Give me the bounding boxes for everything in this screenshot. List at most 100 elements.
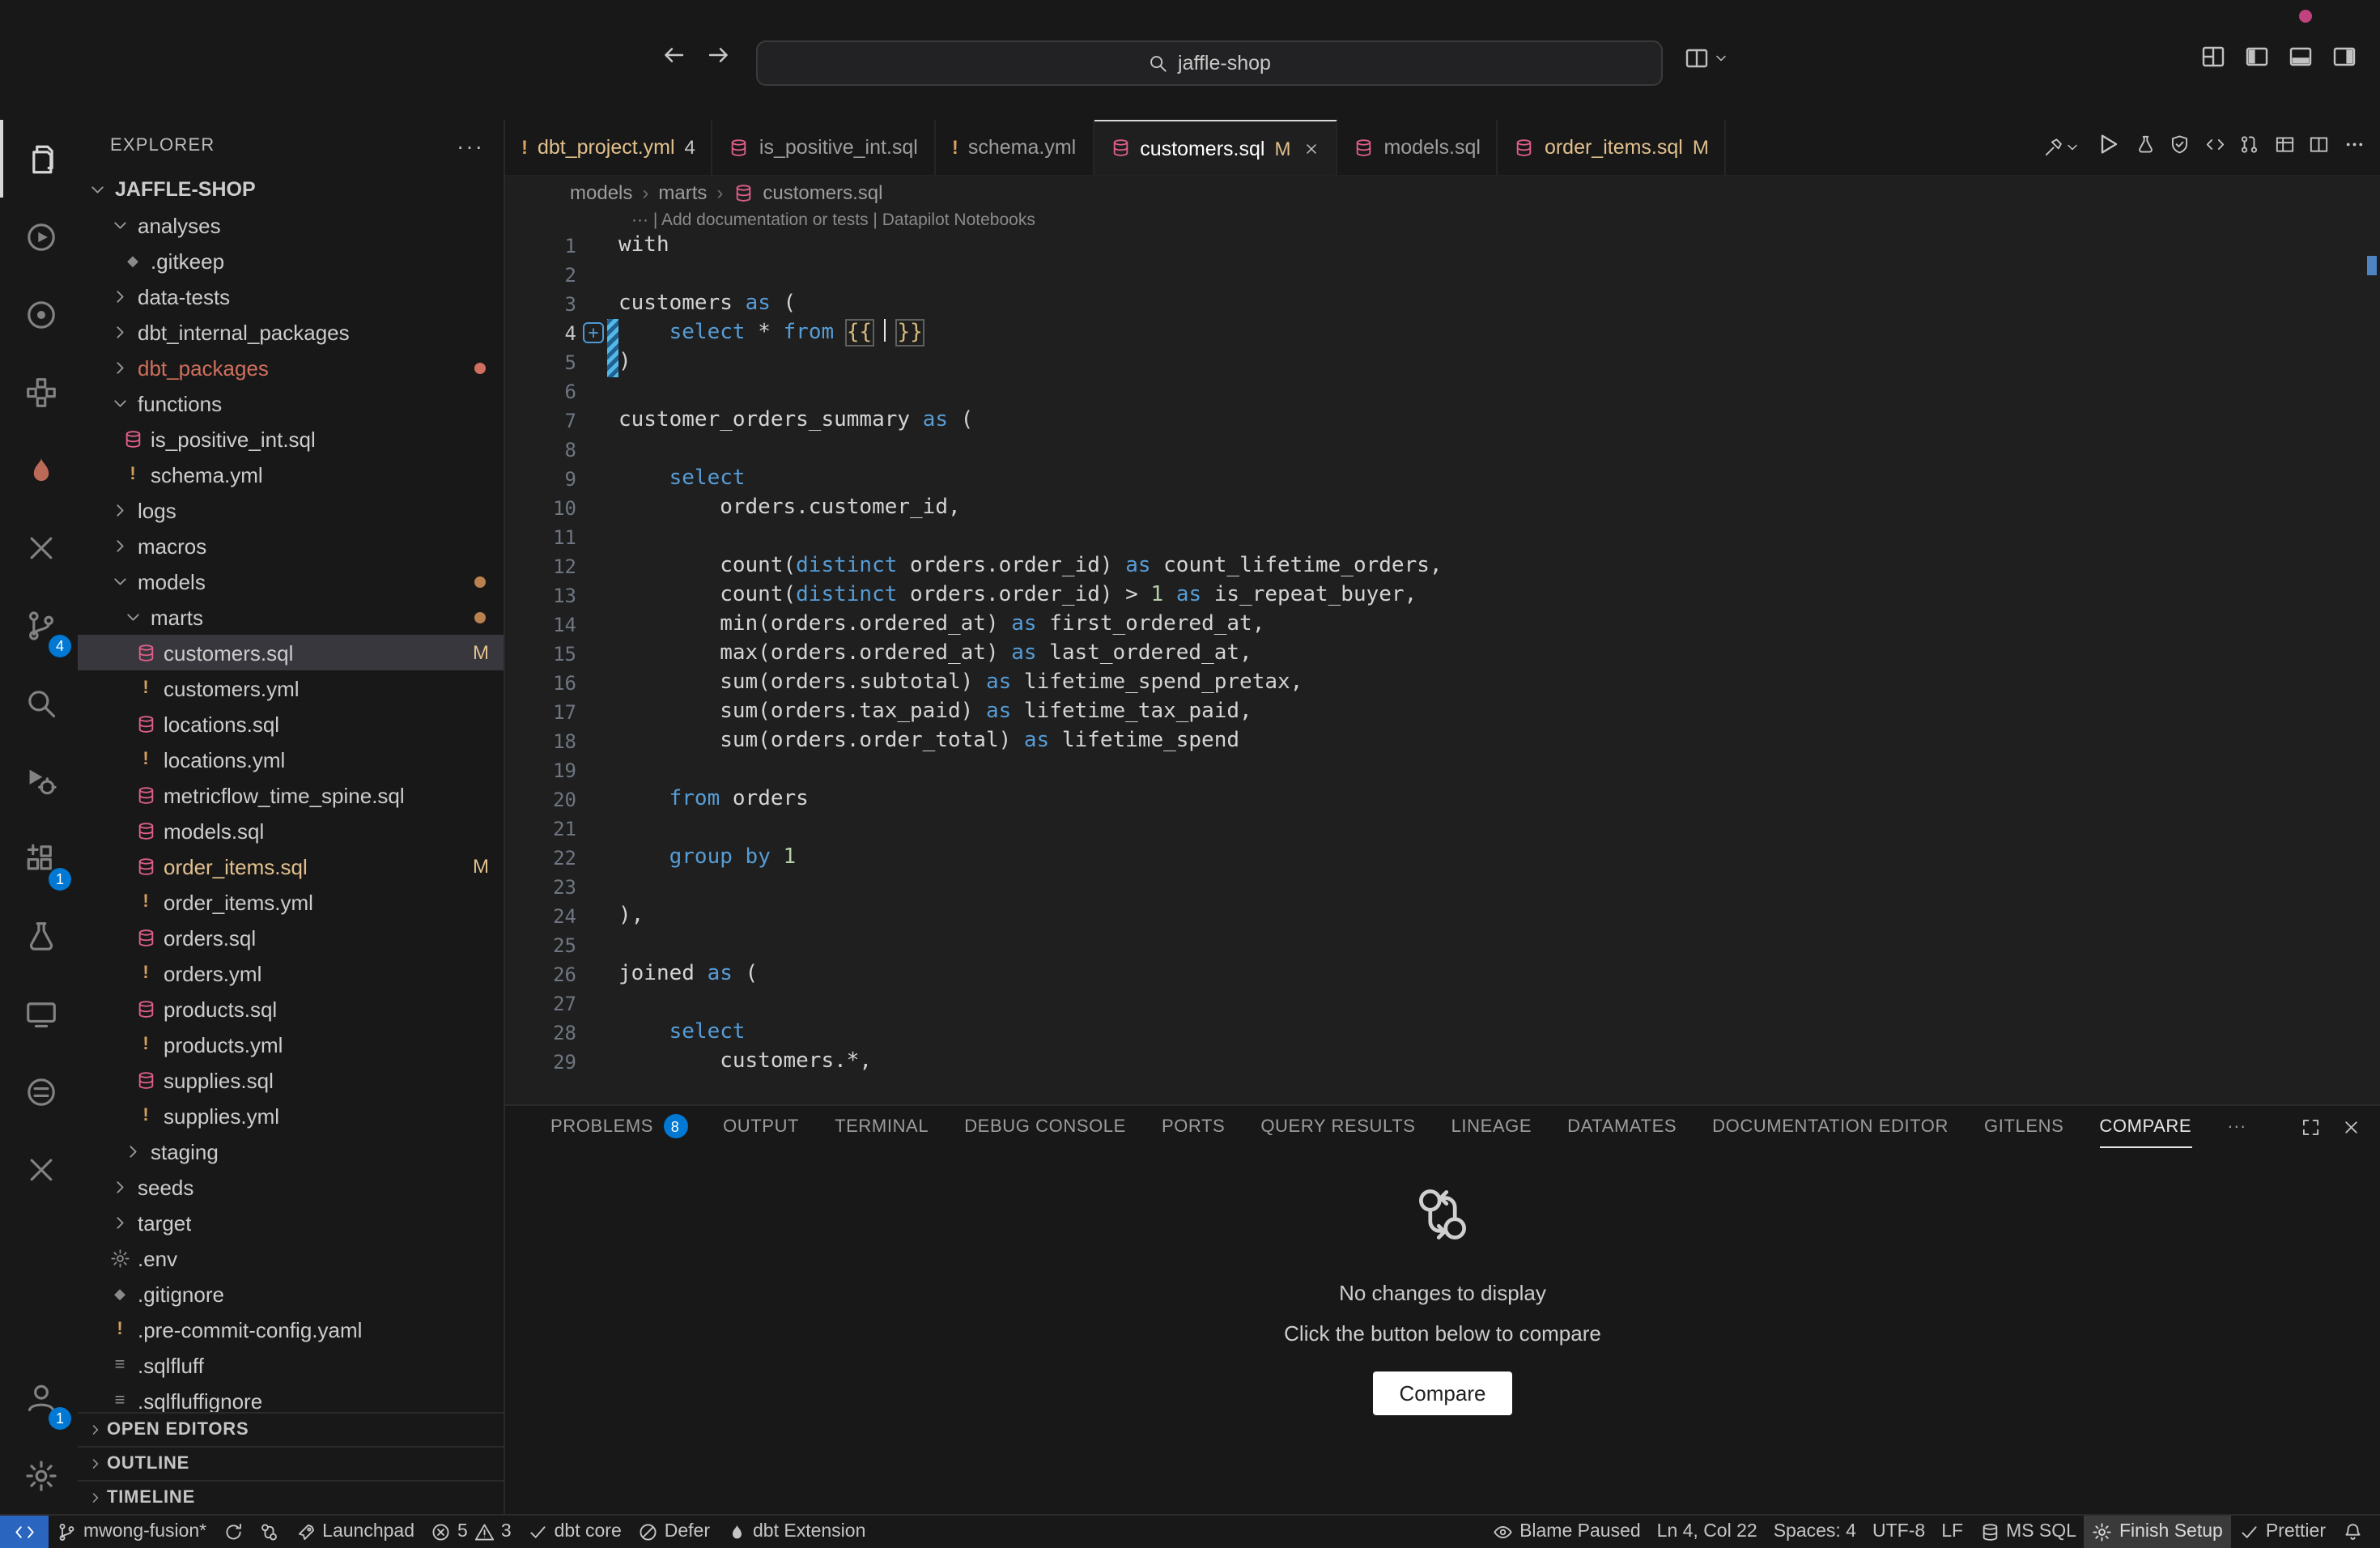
status-prettier[interactable]: Prettier	[2231, 1516, 2334, 1548]
status-cursor-position[interactable]: Ln 4, Col 22	[1649, 1516, 1766, 1548]
activity-accounts[interactable]: 1	[0, 1359, 78, 1436]
tree-item-seeds[interactable]: seeds	[78, 1169, 504, 1205]
tree-item-dbt-internal-packages[interactable]: dbt_internal_packages	[78, 314, 504, 350]
ellipsis-button[interactable]	[2344, 133, 2364, 162]
panel-tab-documentation-editor[interactable]: DOCUMENTATION EDITOR	[1712, 1106, 1949, 1148]
tree-item-models-sql[interactable]: models.sql	[78, 813, 504, 848]
close-icon[interactable]	[1303, 140, 1320, 156]
activity-containers[interactable]	[0, 1053, 78, 1130]
tree-item-pre-commit-config-yaml[interactable]: !.pre-commit-config.yaml	[78, 1312, 504, 1347]
panel-tab-lineage[interactable]: LINEAGE	[1451, 1106, 1532, 1148]
shield-button[interactable]	[2170, 133, 2190, 162]
status-dbt-extension[interactable]: dbt Extension	[718, 1516, 873, 1548]
activity-target[interactable]	[0, 275, 78, 353]
status-defer[interactable]: Defer	[630, 1516, 718, 1548]
tree-item-data-tests[interactable]: data-tests	[78, 279, 504, 314]
breadcrumb-item[interactable]: models	[570, 181, 632, 204]
panel-tab-[interactable]: ···	[2227, 1106, 2246, 1148]
tab-schema-yml[interactable]: !schema.yml	[936, 120, 1094, 175]
tree-item-order-items-yml[interactable]: !order_items.yml	[78, 884, 504, 920]
activity-run-circle[interactable]	[0, 198, 78, 275]
activity-tools-cross[interactable]	[0, 508, 78, 586]
activity-run-debug[interactable]	[0, 742, 78, 819]
tree-item-orders-yml[interactable]: !orders.yml	[78, 955, 504, 991]
status-indentation[interactable]: Spaces: 4	[1766, 1516, 1864, 1548]
pr-button[interactable]	[2239, 133, 2259, 162]
status-compare-small[interactable]	[251, 1516, 287, 1548]
tree-item-dbt-packages[interactable]: dbt_packages	[78, 350, 504, 385]
tab-dbt-project-yml[interactable]: !dbt_project.yml4	[505, 120, 713, 175]
panel-tab-debug-console[interactable]: DEBUG CONSOLE	[964, 1106, 1126, 1148]
toggle-sidebar-icon[interactable]	[2244, 44, 2270, 70]
code-editor[interactable]: 1with23customers as (4+ select * from {{…	[505, 232, 2380, 1077]
activity-extensions[interactable]: 1	[0, 819, 78, 897]
tree-item-env[interactable]: .env	[78, 1240, 504, 1276]
status-problems[interactable]: 53	[423, 1516, 520, 1548]
command-center-search[interactable]: jaffle-shop	[756, 40, 1663, 86]
panel-tab-output[interactable]: OUTPUT	[723, 1106, 799, 1148]
split-window-icon[interactable]	[1684, 45, 1710, 71]
tree-item-customers-yml[interactable]: !customers.yml	[78, 670, 504, 706]
activity-explorer[interactable]	[0, 120, 78, 198]
activity-components[interactable]	[0, 353, 78, 431]
tree-item-sqlfluff[interactable]: ≡.sqlfluff	[78, 1347, 504, 1383]
status-encoding[interactable]: UTF-8	[1864, 1516, 1933, 1548]
panel-tab-gitlens[interactable]: GITLENS	[1984, 1106, 2063, 1148]
tree-item-supplies-sql[interactable]: supplies.sql	[78, 1062, 504, 1098]
activity-source-control[interactable]: 4	[0, 586, 78, 664]
table-button[interactable]	[2274, 133, 2294, 162]
activity-dbt-flame[interactable]	[0, 431, 78, 508]
status-dbt-core[interactable]: dbt core	[520, 1516, 630, 1548]
tree-item-locations-yml[interactable]: !locations.yml	[78, 742, 504, 777]
tree-item-orders-sql[interactable]: orders.sql	[78, 920, 504, 955]
status-finish-setup[interactable]: Finish Setup	[2085, 1516, 2231, 1548]
status-blame[interactable]: Blame Paused	[1485, 1516, 1649, 1548]
tree-item-gitkeep[interactable]: ◆.gitkeep	[78, 243, 504, 279]
breadcrumb-item[interactable]: customers.sql	[763, 181, 882, 204]
maximize-panel-icon[interactable]	[2301, 1117, 2321, 1138]
tree-item-models[interactable]: models	[78, 563, 504, 599]
activity-testing[interactable]	[0, 897, 78, 975]
activity-close-tool[interactable]	[0, 1130, 78, 1208]
compare-button[interactable]: Compare	[1374, 1372, 1512, 1415]
status-eol[interactable]: LF	[1933, 1516, 1971, 1548]
status-launchpad[interactable]: Launchpad	[287, 1516, 423, 1548]
panel-tab-query-results[interactable]: QUERY RESULTS	[1260, 1106, 1415, 1148]
tree-item-products-sql[interactable]: products.sql	[78, 991, 504, 1027]
play-button[interactable]	[2094, 130, 2120, 164]
tree-item-customers-sql[interactable]: customers.sqlM	[78, 635, 504, 670]
panel-tab-datamates[interactable]: DATAMATES	[1567, 1106, 1677, 1148]
status-sync[interactable]	[215, 1516, 251, 1548]
toggle-panel-icon[interactable]	[2288, 44, 2314, 70]
tree-root[interactable]: JAFFLE-SHOP	[78, 172, 504, 207]
panel-tab-compare[interactable]: COMPARE	[2099, 1106, 2191, 1148]
section-timeline[interactable]: TIMELINE	[78, 1480, 504, 1514]
activity-settings[interactable]	[0, 1436, 78, 1514]
tab-is-positive-int-sql[interactable]: is_positive_int.sql	[713, 120, 936, 175]
tree-item-marts[interactable]: marts	[78, 599, 504, 635]
section-open-editors[interactable]: OPEN EDITORS	[78, 1412, 504, 1446]
tab-models-sql[interactable]: models.sql	[1337, 120, 1498, 175]
tree-item-macros[interactable]: macros	[78, 528, 504, 563]
more-actions-icon[interactable]: ···	[457, 133, 484, 159]
tree-item-analyses[interactable]: analyses	[78, 207, 504, 243]
status-notifications[interactable]	[2334, 1516, 2370, 1548]
tree-item-functions[interactable]: functions	[78, 385, 504, 421]
tree-item-locations-sql[interactable]: locations.sql	[78, 706, 504, 742]
status-branch[interactable]: mwong-fusion*	[49, 1516, 215, 1548]
code-button[interactable]	[2204, 133, 2225, 162]
tree-item-metricflow-time-spine-sql[interactable]: metricflow_time_spine.sql	[78, 777, 504, 813]
status-language-mode[interactable]: MS SQL	[1971, 1516, 2085, 1548]
beaker-button[interactable]	[2135, 133, 2155, 162]
activity-remote-explorer[interactable]	[0, 975, 78, 1053]
back-arrow-icon[interactable]	[661, 42, 686, 68]
tree-item-supplies-yml[interactable]: !supplies.yml	[78, 1098, 504, 1133]
codelens-hint[interactable]: ··· | Add documentation or tests | Datap…	[505, 209, 2380, 232]
tab-customers-sql[interactable]: customers.sqlM	[1094, 120, 1337, 175]
close-panel-icon[interactable]	[2340, 1117, 2361, 1138]
breadcrumb[interactable]: models›marts›customers.sql	[505, 176, 2380, 209]
breadcrumb-item[interactable]: marts	[658, 181, 707, 204]
toggle-secondary-sidebar-icon[interactable]	[2331, 44, 2357, 70]
tree-item-logs[interactable]: logs	[78, 492, 504, 528]
tab-order-items-sql[interactable]: order_items.sqlM	[1498, 120, 1727, 175]
